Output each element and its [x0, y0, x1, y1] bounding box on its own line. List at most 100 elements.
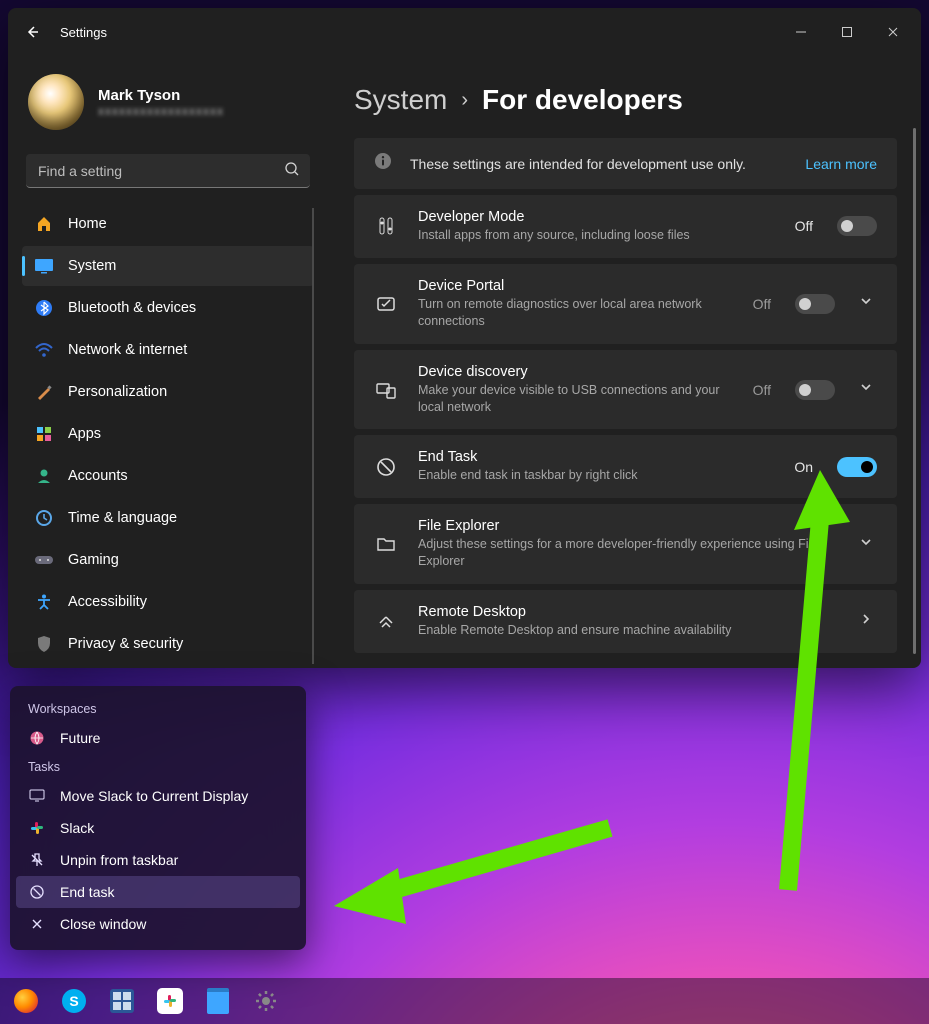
accessibility-icon: [34, 592, 54, 612]
sidebar-item-privacy[interactable]: Privacy & security: [22, 624, 314, 664]
sidebar-item-label: Accounts: [68, 468, 128, 484]
chevron-right-icon[interactable]: [855, 612, 877, 631]
home-icon: [34, 214, 54, 234]
user-profile[interactable]: Mark Tyson xxxxxxxxxxxxxxxxxx: [22, 66, 314, 150]
sidebar-item-bluetooth[interactable]: Bluetooth & devices: [22, 288, 314, 328]
taskbar: S: [0, 978, 929, 1024]
globe-icon: [28, 730, 46, 746]
sidebar-item-label: Personalization: [68, 384, 167, 400]
system-icon: [34, 256, 54, 276]
context-item-slack[interactable]: Slack: [16, 812, 300, 844]
personalization-icon: [34, 382, 54, 402]
network-icon: [34, 340, 54, 360]
sidebar-item-home[interactable]: Home: [22, 204, 314, 244]
sidebar-item-gaming[interactable]: Gaming: [22, 540, 314, 580]
file_explorer-icon: [374, 535, 398, 553]
setting-device_discovery[interactable]: Device discovery Make your device visibl…: [354, 350, 897, 430]
sidebar-item-accessibility[interactable]: Accessibility: [22, 582, 314, 622]
setting-description: Enable Remote Desktop and ensure machine…: [418, 622, 835, 639]
context-item-label: End task: [60, 884, 114, 900]
setting-title: End Task: [418, 449, 774, 465]
breadcrumb-current: For developers: [482, 84, 683, 116]
scrollbar[interactable]: [913, 128, 916, 654]
window-title: Settings: [60, 25, 107, 40]
chevron-down-icon[interactable]: [855, 380, 877, 399]
setting-description: Turn on remote diagnostics over local ar…: [418, 296, 733, 330]
remote_desktop-icon: [374, 611, 398, 631]
sidebar-item-network[interactable]: Network & internet: [22, 330, 314, 370]
close-icon: [28, 917, 46, 931]
sidebar-item-label: System: [68, 258, 116, 274]
maximize-button[interactable]: [837, 22, 857, 42]
settings-window: Settings Mark Tyson xxxxxxxxxxxxxxxxxx: [8, 8, 921, 668]
taskbar-calculator[interactable]: [108, 987, 136, 1015]
context-menu-header-workspaces: Workspaces: [16, 696, 300, 722]
slack-icon: [28, 820, 46, 836]
context-menu-header-tasks: Tasks: [16, 754, 300, 780]
breadcrumb-parent[interactable]: System: [354, 84, 447, 116]
context-item-move-slack-to-current-display[interactable]: Move Slack to Current Display: [16, 780, 300, 812]
sidebar-item-label: Network & internet: [68, 342, 187, 358]
learn-more-link[interactable]: Learn more: [805, 156, 877, 172]
titlebar: Settings: [8, 8, 921, 56]
taskbar-settings[interactable]: [252, 987, 280, 1015]
chevron-down-icon[interactable]: [855, 535, 877, 554]
taskbar-skype[interactable]: S: [60, 987, 88, 1015]
sidebar-item-time[interactable]: Time & language: [22, 498, 314, 538]
sidebar-item-system[interactable]: System: [22, 246, 314, 286]
toggle-end_task[interactable]: [837, 457, 877, 477]
sidebar-item-personalization[interactable]: Personalization: [22, 372, 314, 412]
sidebar-item-label: Bluetooth & devices: [68, 300, 196, 316]
context-item-label: Move Slack to Current Display: [60, 788, 248, 804]
toggle-state-label: Off: [753, 296, 771, 312]
taskbar-firefox[interactable]: [12, 987, 40, 1015]
sidebar-item-label: Apps: [68, 426, 101, 442]
apps-icon: [34, 424, 54, 444]
setting-device_portal[interactable]: Device Portal Turn on remote diagnostics…: [354, 264, 897, 344]
close-button[interactable]: [883, 22, 903, 42]
setting-remote_desktop[interactable]: Remote Desktop Enable Remote Desktop and…: [354, 590, 897, 653]
context-item-close-window[interactable]: Close window: [16, 908, 300, 940]
breadcrumb: System › For developers: [354, 84, 897, 116]
context-item-future[interactable]: Future: [16, 722, 300, 754]
sidebar-item-label: Gaming: [68, 552, 119, 568]
context-item-unpin-from-taskbar[interactable]: Unpin from taskbar: [16, 844, 300, 876]
chevron-down-icon[interactable]: [855, 294, 877, 313]
context-item-label: Slack: [60, 820, 94, 836]
setting-file_explorer[interactable]: File Explorer Adjust these settings for …: [354, 504, 897, 584]
setting-title: Device discovery: [418, 364, 733, 380]
toggle-device_portal[interactable]: [795, 294, 835, 314]
accounts-icon: [34, 466, 54, 486]
search-input[interactable]: [26, 154, 310, 188]
endtask-icon: [28, 884, 46, 900]
sidebar-item-accounts[interactable]: Accounts: [22, 456, 314, 496]
toggle-device_discovery[interactable]: [795, 380, 835, 400]
time-icon: [34, 508, 54, 528]
search-icon: [284, 161, 300, 182]
context-item-label: Unpin from taskbar: [60, 852, 178, 868]
setting-title: Remote Desktop: [418, 604, 835, 620]
back-button[interactable]: [22, 22, 42, 42]
sidebar-item-label: Accessibility: [68, 594, 147, 610]
info-icon: [374, 152, 392, 175]
search-field[interactable]: [26, 154, 310, 188]
taskbar-slack[interactable]: [156, 987, 184, 1015]
taskbar-context-menu: Workspaces Future Tasks Move Slack to Cu…: [10, 686, 306, 950]
toggle-state-label: Off: [795, 218, 813, 234]
sidebar-item-apps[interactable]: Apps: [22, 414, 314, 454]
monitor-icon: [28, 789, 46, 803]
bluetooth-icon: [34, 298, 54, 318]
setting-description: Install apps from any source, including …: [418, 227, 775, 244]
sidebar-item-label: Time & language: [68, 510, 177, 526]
user-email: xxxxxxxxxxxxxxxxxx: [98, 104, 224, 118]
device_portal-icon: [374, 294, 398, 314]
chevron-right-icon: ›: [461, 89, 468, 112]
minimize-button[interactable]: [791, 22, 811, 42]
setting-description: Enable end task in taskbar by right clic…: [418, 467, 774, 484]
toggle-dev_mode[interactable]: [837, 216, 877, 236]
device_discovery-icon: [374, 381, 398, 399]
nav-list: Home System Bluetooth & devices Network …: [22, 204, 314, 664]
taskbar-notepad[interactable]: [204, 987, 232, 1015]
context-item-end-task[interactable]: End task: [16, 876, 300, 908]
privacy-icon: [34, 634, 54, 654]
